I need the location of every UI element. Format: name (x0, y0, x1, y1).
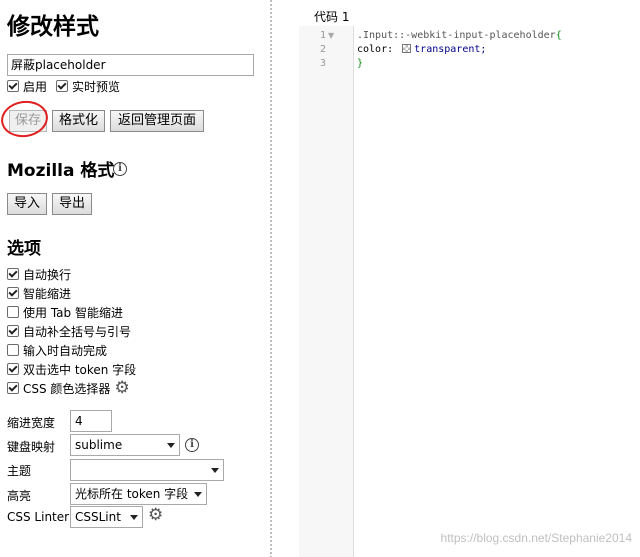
keymap-label: 键盘映射 (7, 440, 56, 454)
theme-select[interactable] (70, 459, 224, 481)
live-preview-checkbox[interactable] (56, 80, 69, 92)
option-label: 双击选中 token 字段 (23, 362, 137, 377)
indent-width-value: 4 (75, 414, 83, 428)
checkbox[interactable] (7, 325, 19, 337)
export-button[interactable]: 导出 (52, 193, 92, 215)
theme-label: 主题 (7, 464, 32, 478)
page-title: 修改样式 (7, 14, 99, 40)
options-title: 选项 (7, 239, 41, 259)
fold-arrow-icon[interactable]: ▼ (328, 31, 334, 40)
watermark: https://blog.csdn.net/Stephanie2014 (440, 531, 632, 545)
code-editor[interactable]: 1 ▼ 2 3 .Input::-webkit-input-placeholde… (299, 26, 640, 557)
chevron-down-icon (211, 467, 219, 473)
line-number: 1 (319, 30, 326, 41)
line-number: 2 (319, 44, 326, 55)
checkbox[interactable] (7, 382, 19, 394)
option-autocomplete[interactable]: 输入时自动完成 (7, 342, 107, 358)
code-section-label: 代码 1 (314, 10, 350, 24)
highlight-label: 高亮 (7, 489, 32, 503)
indent-width-label: 缩进宽度 (7, 416, 56, 430)
gear-icon[interactable]: ⚙ (148, 507, 163, 524)
code-line-1[interactable]: .Input::-webkit-input-placeholder{ (357, 30, 562, 41)
css-linter-label: CSS Linter (7, 510, 70, 524)
option-dblclick-select[interactable]: 双击选中 token 字段 (7, 361, 136, 377)
option-label: 智能缩进 (23, 286, 72, 301)
live-preview-label: 实时预览 (72, 79, 121, 94)
option-label: 自动补全括号与引号 (23, 324, 132, 339)
code-line-3[interactable]: } (357, 58, 363, 69)
info-icon[interactable]: i (113, 162, 127, 176)
mozilla-format-title: Mozilla 格式 (7, 161, 115, 181)
option-label: CSS 颜色选择器 (23, 381, 111, 396)
style-name-input[interactable]: 屏蔽placeholder (7, 54, 254, 76)
code-line-2[interactable]: color: transparent; (357, 44, 486, 55)
option-auto-close-brackets[interactable]: 自动补全括号与引号 (7, 323, 131, 339)
option-smart-indent[interactable]: 智能缩进 (7, 285, 71, 301)
format-button[interactable]: 格式化 (52, 110, 105, 132)
chevron-down-icon (194, 491, 203, 497)
chevron-down-icon (167, 442, 175, 448)
option-label: 使用 Tab 智能缩进 (23, 305, 123, 320)
enable-checkbox-row[interactable]: 启用 实时预览 (7, 78, 120, 94)
css-linter-select[interactable]: CSSLint (70, 506, 143, 528)
keymap-value: sublime (75, 438, 123, 452)
css-linter-value: CSSLint (75, 510, 121, 524)
checkbox[interactable] (7, 306, 19, 318)
option-label: 自动换行 (23, 267, 72, 282)
keymap-select[interactable]: sublime (70, 434, 180, 456)
option-tab-smart-indent[interactable]: 使用 Tab 智能缩进 (7, 304, 123, 320)
checkbox[interactable] (7, 363, 19, 375)
line-number: 3 (319, 58, 326, 69)
gear-icon[interactable]: ⚙ (114, 379, 129, 397)
highlight-select[interactable]: 光标所在 token 字段 (70, 483, 207, 505)
code-brace-close: } (357, 58, 364, 69)
checkbox[interactable] (7, 268, 19, 280)
option-color-picker[interactable]: CSS 颜色选择器 ⚙ (7, 379, 130, 397)
line-gutter: 1 ▼ 2 3 (299, 26, 354, 557)
panel-divider[interactable] (270, 0, 272, 557)
chevron-down-icon (130, 514, 138, 520)
checkbox[interactable] (7, 344, 19, 356)
enable-checkbox[interactable] (7, 80, 19, 92)
option-label: 输入时自动完成 (23, 343, 108, 358)
annotation-circle (0, 97, 51, 141)
code-brace-open: { (555, 30, 562, 41)
back-to-manage-button[interactable]: 返回管理页面 (110, 110, 204, 132)
info-icon[interactable]: i (185, 438, 199, 452)
code-selector: .Input::-webkit-input-placeholder (357, 30, 556, 41)
indent-width-input[interactable]: 4 (70, 410, 112, 432)
code-property: color: (357, 44, 394, 55)
import-button[interactable]: 导入 (7, 193, 47, 215)
color-swatch-icon[interactable] (402, 44, 412, 53)
settings-panel: 修改样式 屏蔽placeholder 启用 实时预览 保存 格式化 返回管理页面… (0, 0, 270, 557)
option-word-wrap[interactable]: 自动换行 (7, 266, 71, 282)
highlight-value: 光标所在 token 字段 (75, 487, 189, 501)
code-value: transparent; (414, 44, 487, 55)
enable-label: 启用 (23, 79, 48, 94)
checkbox[interactable] (7, 287, 19, 299)
